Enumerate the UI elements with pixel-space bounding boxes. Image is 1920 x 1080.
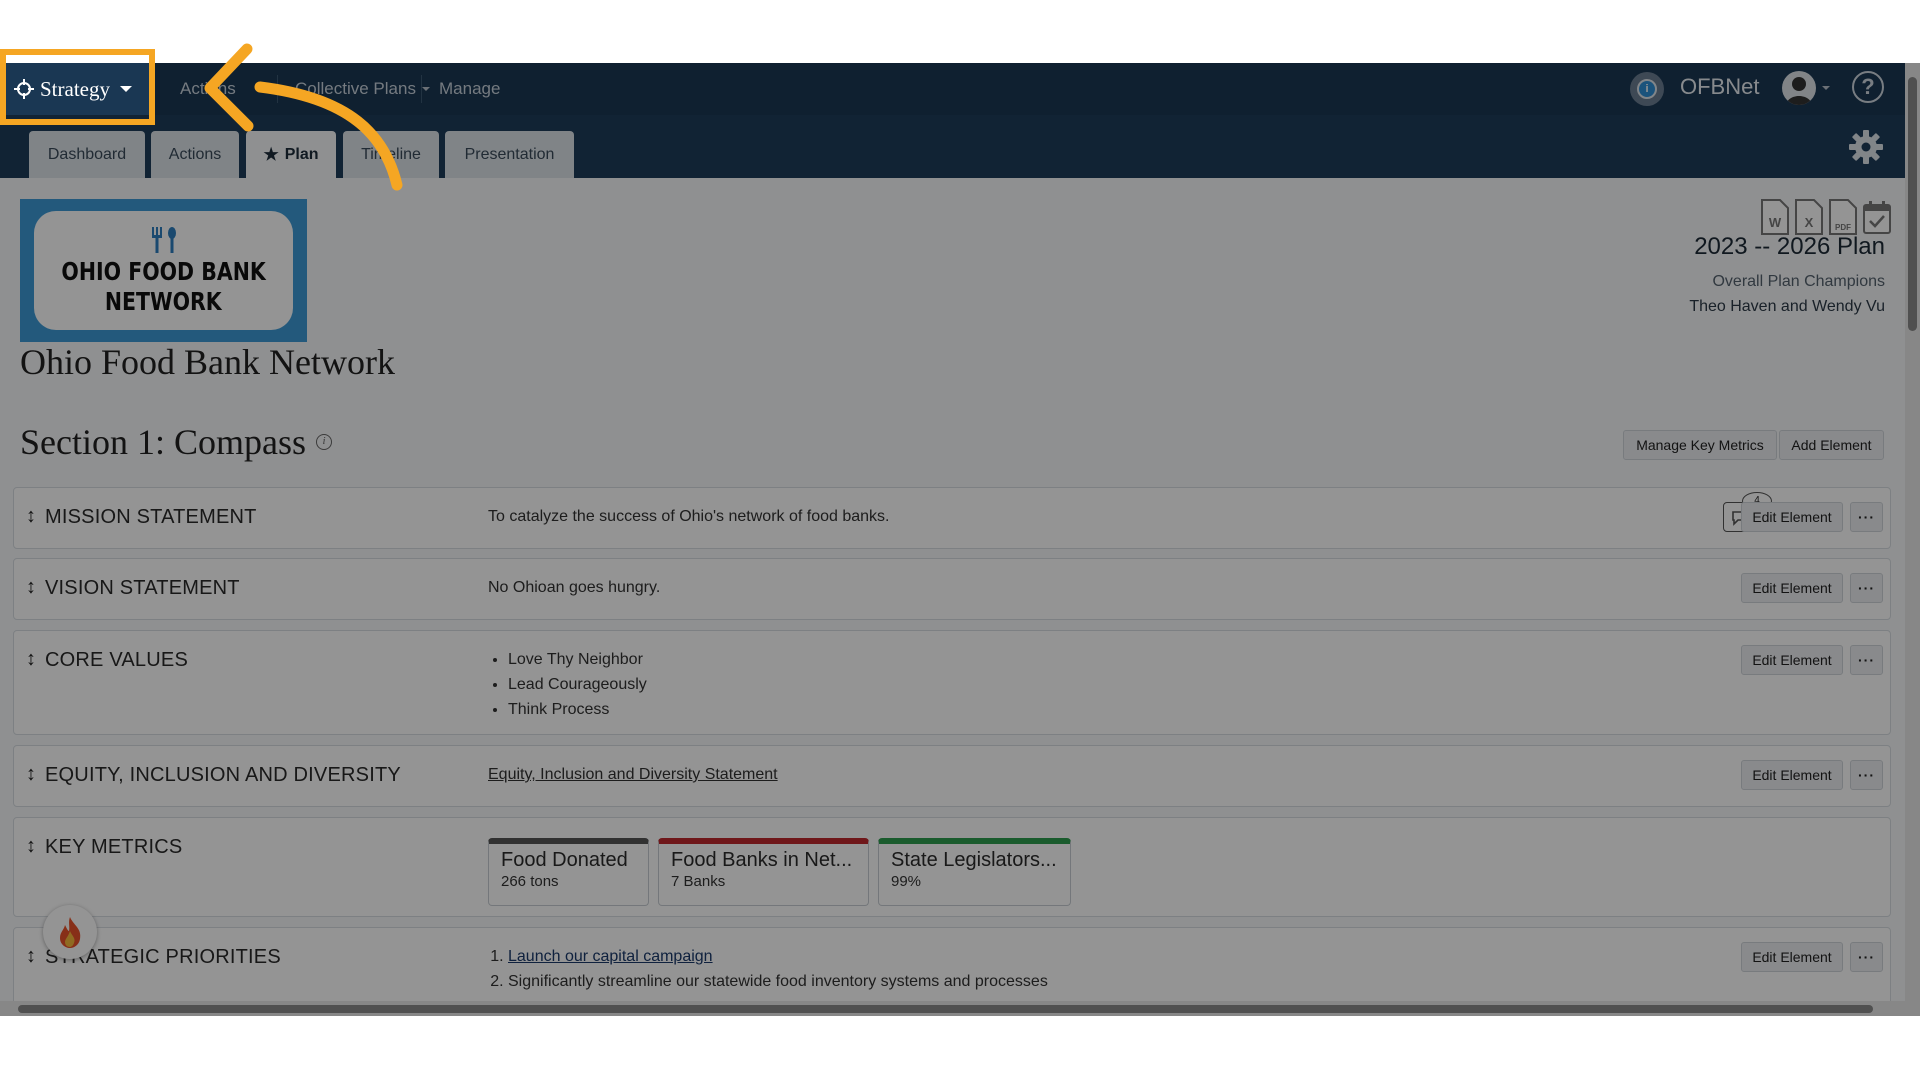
word-icon[interactable]: W: [1760, 199, 1790, 235]
add-element-button[interactable]: Add Element: [1779, 430, 1884, 460]
more-options-button[interactable]: ···: [1850, 645, 1883, 675]
manage-key-metrics-button[interactable]: Manage Key Metrics: [1623, 430, 1777, 460]
element-row-vision: ↕ VISION STATEMENT No Ohioan goes hungry…: [13, 558, 1891, 620]
export-icons: W X PDF: [1760, 199, 1892, 235]
user-avatar[interactable]: [1782, 71, 1816, 105]
edit-element-button[interactable]: Edit Element: [1741, 942, 1843, 972]
tab-label: Dashboard: [47, 145, 127, 163]
svg-text:W: W: [1769, 215, 1782, 230]
section-title-text: Section 1: Compass: [20, 422, 306, 462]
gear-icon[interactable]: [1848, 129, 1884, 165]
plan-champions-label: Overall Plan Champions: [1712, 273, 1885, 290]
element-row-mission: ↕ MISSION STATEMENT To catalyze the succ…: [13, 487, 1891, 549]
metric-card[interactable]: Food Donated 266 tons: [488, 838, 649, 906]
edit-element-button[interactable]: Edit Element: [1741, 645, 1843, 675]
horizontal-scrollbar[interactable]: [0, 1001, 1905, 1016]
metric-card[interactable]: State Legislators... 99%: [878, 838, 1071, 906]
drag-handle-icon[interactable]: ↕: [26, 648, 36, 671]
metric-value: 99%: [891, 873, 922, 890]
drag-handle-icon[interactable]: ↕: [26, 576, 36, 599]
element-row-equity: ↕ EQUITY, INCLUSION AND DIVERSITY Equity…: [13, 745, 1891, 807]
core-values-list: Love Thy Neighbor Lead Courageously Thin…: [488, 647, 647, 722]
element-label: CORE VALUES: [45, 649, 188, 671]
info-icon[interactable]: i: [316, 434, 332, 450]
plan-range: 2023 -- 2026 Plan: [1694, 233, 1885, 260]
help-icon[interactable]: ?: [1852, 71, 1884, 103]
element-label: KEY METRICS: [45, 836, 183, 858]
element-content: Love Thy Neighbor Lead Courageously Thin…: [488, 647, 647, 722]
drag-handle-icon[interactable]: ↕: [26, 505, 36, 528]
svg-text:PDF: PDF: [1835, 223, 1851, 232]
vertical-scrollbar[interactable]: [1905, 63, 1920, 1016]
metric-name: State Legislators...: [891, 849, 1057, 871]
edit-element-button[interactable]: Edit Element: [1741, 573, 1843, 603]
scrollbar-thumb[interactable]: [18, 1005, 1873, 1013]
metric-value: 7 Banks: [671, 873, 726, 890]
equity-statement-link[interactable]: Equity, Inclusion and Diversity Statemen…: [488, 766, 778, 784]
more-options-button[interactable]: ···: [1850, 573, 1883, 603]
app-window: Strategy Actions Collective Plans Manage…: [0, 63, 1920, 1016]
utensils-icon: [151, 226, 176, 253]
org-title: Ohio Food Bank Network: [20, 342, 395, 382]
metric-name: Food Banks in Net...: [671, 849, 853, 871]
element-content: To catalyze the success of Ohio's networ…: [488, 508, 890, 525]
chevron-down-icon: [421, 87, 430, 91]
priority-link[interactable]: Launch our capital campaign: [508, 948, 713, 965]
flame-widget-button[interactable]: [43, 905, 97, 959]
more-options-button[interactable]: ···: [1850, 942, 1883, 972]
logo-plate: OHIO FOOD BANK NETWORK: [34, 211, 293, 330]
drag-handle-icon[interactable]: ↕: [26, 763, 36, 786]
highlight-box: [0, 49, 155, 125]
plan-champions-names: Theo Haven and Wendy Vu: [1689, 298, 1885, 315]
network-name[interactable]: OFBNet: [1680, 74, 1759, 100]
element-label: EQUITY, INCLUSION AND DIVERSITY: [45, 764, 401, 786]
pdf-icon[interactable]: PDF: [1828, 199, 1858, 235]
logo-text-line1: OHIO FOOD BANK: [61, 256, 266, 286]
metric-value: 266 tons: [501, 873, 559, 890]
org-logo: OHIO FOOD BANK NETWORK: [20, 199, 307, 342]
list-item: Think Process: [508, 697, 647, 722]
scrollbar-thumb[interactable]: [1908, 77, 1917, 331]
chevron-down-icon[interactable]: [1822, 86, 1830, 90]
user-icon: [1786, 77, 1812, 105]
list-item: Significantly streamline our statewide f…: [508, 969, 1048, 994]
element-row-key-metrics: ↕ KEY METRICS Food Donated 266 tons Food…: [13, 817, 1891, 917]
nav-manage-label: Manage: [439, 79, 501, 98]
calendar-check-icon[interactable]: [1862, 199, 1892, 235]
nav-divider: [421, 75, 422, 103]
edit-element-button[interactable]: Edit Element: [1741, 502, 1843, 532]
section-title: Section 1: Compass i: [20, 421, 332, 463]
pointer-arrow-icon: [204, 43, 403, 191]
tab-presentation[interactable]: Presentation: [445, 131, 574, 178]
edit-element-button[interactable]: Edit Element: [1741, 760, 1843, 790]
tab-dashboard[interactable]: Dashboard: [29, 131, 145, 178]
network-icon[interactable]: i: [1630, 72, 1664, 106]
metric-name: Food Donated: [501, 849, 628, 871]
element-content: Launch our capital campaign Significantl…: [488, 944, 1048, 994]
element-content: No Ohioan goes hungry.: [488, 579, 661, 596]
flame-icon: [60, 917, 81, 948]
metric-card[interactable]: Food Banks in Net... 7 Banks: [658, 838, 869, 906]
list-item: Love Thy Neighbor: [508, 647, 647, 672]
nav-manage[interactable]: Manage: [439, 63, 500, 115]
element-label: MISSION STATEMENT: [45, 506, 257, 528]
priorities-list: Launch our capital campaign Significantl…: [488, 944, 1048, 994]
element-label: VISION STATEMENT: [45, 577, 240, 599]
more-options-button[interactable]: ···: [1850, 760, 1883, 790]
drag-handle-icon[interactable]: ↕: [26, 945, 36, 968]
excel-icon[interactable]: X: [1794, 199, 1824, 235]
drag-handle-icon[interactable]: ↕: [26, 835, 36, 858]
logo-text-line2: NETWORK: [105, 286, 222, 316]
list-item: Lead Courageously: [508, 672, 647, 697]
more-options-button[interactable]: ···: [1850, 502, 1883, 532]
element-row-core-values: ↕ CORE VALUES Love Thy Neighbor Lead Cou…: [13, 630, 1891, 735]
tab-label: Presentation: [464, 145, 555, 163]
svg-text:X: X: [1805, 215, 1814, 230]
list-item: Launch our capital campaign: [508, 944, 1048, 969]
